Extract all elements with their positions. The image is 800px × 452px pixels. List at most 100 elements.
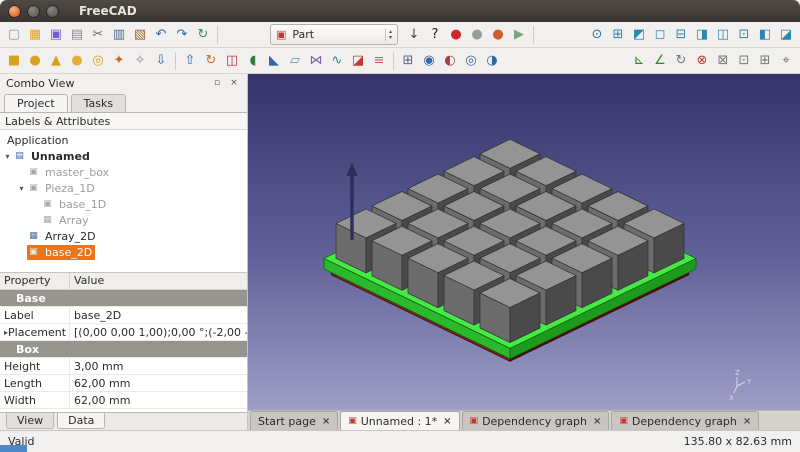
chamfer-icon[interactable]: ◣: [264, 51, 284, 71]
property-value[interactable]: 62,00 mm: [70, 377, 247, 390]
expander-icon[interactable]: ▾: [16, 184, 27, 193]
extrude-icon[interactable]: ⇧: [180, 51, 200, 71]
print-icon[interactable]: ▤: [67, 25, 87, 45]
mirror-icon[interactable]: ◫: [222, 51, 242, 71]
tab-view[interactable]: View: [6, 413, 54, 429]
close-tab-icon[interactable]: ×: [593, 416, 601, 427]
expander-icon[interactable]: ▾: [2, 152, 13, 161]
boolean-cut-icon[interactable]: ◐: [440, 51, 460, 71]
toggle-3d-measure-icon[interactable]: ⊡: [734, 51, 754, 71]
fillet-icon[interactable]: ◖: [243, 51, 263, 71]
fit-all-icon[interactable]: ⊞: [608, 25, 628, 45]
import-icon[interactable]: ⇩: [151, 51, 171, 71]
cone-primitive-icon[interactable]: ▲: [46, 51, 66, 71]
tab-dependency-graph-2[interactable]: ▣ Dependency graph ×: [611, 411, 759, 430]
tree-item-base-2d[interactable]: ▣ base_2D: [0, 244, 247, 260]
create-primitives-icon[interactable]: ✦: [109, 51, 129, 71]
toggle-all-measure-icon[interactable]: ⊠: [713, 51, 733, 71]
left-view-icon[interactable]: ◧: [755, 25, 775, 45]
close-tab-icon[interactable]: ×: [322, 416, 330, 427]
property-value[interactable]: 3,00 mm: [70, 360, 247, 373]
array-icon: ▦: [27, 231, 40, 241]
sweep-icon[interactable]: ∿: [327, 51, 347, 71]
workbench-selector[interactable]: ▣ Part ▴ ▾: [270, 24, 398, 45]
close-panel-icon[interactable]: ×: [227, 76, 241, 90]
tree-item-base-1d[interactable]: ▣ base_1D: [0, 196, 247, 212]
measure-refresh-icon[interactable]: ↻: [671, 51, 691, 71]
tree-item-unnamed[interactable]: ▾ ▤ Unnamed: [0, 148, 247, 164]
isometric-view-icon[interactable]: ◩: [629, 25, 649, 45]
ruled-surface-icon[interactable]: ▱: [285, 51, 305, 71]
axonometric-view-icon[interactable]: ◪: [776, 25, 796, 45]
compound-icon[interactable]: ⊞: [398, 51, 418, 71]
tab-tasks[interactable]: Tasks: [71, 94, 126, 112]
redo-icon[interactable]: ↷: [172, 25, 192, 45]
tree-item-master-box[interactable]: ▣ master_box: [0, 164, 247, 180]
top-view-icon[interactable]: ⊟: [671, 25, 691, 45]
tree-header-label: Labels & Attributes: [5, 115, 110, 128]
torus-primitive-icon[interactable]: ◎: [88, 51, 108, 71]
property-name: Height: [0, 358, 70, 374]
paste-icon[interactable]: ▧: [130, 25, 150, 45]
measure-linear-icon[interactable]: ⊾: [629, 51, 649, 71]
macro-debug-icon[interactable]: ●: [488, 25, 508, 45]
cross-sections-icon[interactable]: ≡: [369, 51, 389, 71]
float-panel-icon[interactable]: ▫: [210, 76, 224, 90]
boolean-union-icon[interactable]: ◎: [461, 51, 481, 71]
property-value[interactable]: [(0,00 0,00 1,00);0,00 °;(-2,00 -2,00 ..…: [70, 326, 247, 339]
save-icon[interactable]: ▣: [46, 25, 66, 45]
cylinder-primitive-icon[interactable]: ●: [25, 51, 45, 71]
annotation-plane-icon[interactable]: ⌖: [776, 51, 796, 71]
right-view-icon[interactable]: ◨: [692, 25, 712, 45]
bottom-view-icon[interactable]: ⊡: [734, 25, 754, 45]
titlebar[interactable]: FreeCAD: [0, 0, 800, 22]
undo-icon[interactable]: ↶: [151, 25, 171, 45]
toggle-delta-measure-icon[interactable]: ⊞: [755, 51, 775, 71]
copy-icon[interactable]: ▥: [109, 25, 129, 45]
macro-play-icon[interactable]: ▶: [509, 25, 529, 45]
search-icon[interactable]: ⊙: [587, 25, 607, 45]
macro-arrow-icon[interactable]: ↓: [404, 25, 424, 45]
tab-project[interactable]: Project: [4, 94, 68, 112]
tab-start-page[interactable]: Start page ×: [250, 411, 338, 430]
new-document-icon[interactable]: ▢: [4, 25, 24, 45]
sphere-primitive-icon[interactable]: ●: [67, 51, 87, 71]
tree-item-application[interactable]: Application: [0, 132, 247, 148]
macro-record-icon[interactable]: ●: [446, 25, 466, 45]
close-window-button[interactable]: [8, 5, 21, 18]
boolean-common-icon[interactable]: ◑: [482, 51, 502, 71]
box-primitive-icon[interactable]: ■: [4, 51, 24, 71]
3d-viewport[interactable]: ZYX: [248, 74, 800, 410]
whats-this-icon[interactable]: ?: [425, 25, 445, 45]
rear-view-icon[interactable]: ◫: [713, 25, 733, 45]
spinner-down-icon[interactable]: ▾: [389, 35, 392, 41]
cut-icon[interactable]: ✂: [88, 25, 108, 45]
toolbar-separator: [175, 52, 176, 70]
measure-clear-icon[interactable]: ⊗: [692, 51, 712, 71]
shape-builder-icon[interactable]: ✧: [130, 51, 150, 71]
property-value[interactable]: base_2D: [70, 309, 247, 322]
close-tab-icon[interactable]: ×: [443, 416, 451, 427]
property-value[interactable]: 62,00 mm: [70, 394, 247, 407]
close-tab-icon[interactable]: ×: [743, 416, 751, 427]
revolve-icon[interactable]: ↻: [201, 51, 221, 71]
section-icon[interactable]: ◪: [348, 51, 368, 71]
tree-item-pieza-1d[interactable]: ▾ ▣ Pieza_1D: [0, 180, 247, 196]
open-folder-icon[interactable]: ▦: [25, 25, 45, 45]
tab-data[interactable]: Data: [57, 413, 105, 429]
minimize-window-button[interactable]: [27, 5, 40, 18]
3d-scene[interactable]: ZYX: [248, 74, 800, 410]
tab-label: Unnamed : 1*: [361, 415, 437, 428]
boolean-icon[interactable]: ◉: [419, 51, 439, 71]
macro-stop-icon[interactable]: ●: [467, 25, 487, 45]
loft-icon[interactable]: ⋈: [306, 51, 326, 71]
tree-item-array-2d[interactable]: ▦ Array_2D: [0, 228, 247, 244]
maximize-window-button[interactable]: [46, 5, 59, 18]
front-view-icon[interactable]: ◻: [650, 25, 670, 45]
tree-item-array[interactable]: ▦ Array: [0, 212, 247, 228]
refresh-icon[interactable]: ↻: [193, 25, 213, 45]
tab-dependency-graph-1[interactable]: ▣ Dependency graph ×: [462, 411, 610, 430]
workbench-spinner[interactable]: ▴ ▾: [385, 29, 395, 41]
measure-angular-icon[interactable]: ∠: [650, 51, 670, 71]
tab-unnamed-document[interactable]: ▣ Unnamed : 1* ×: [340, 411, 459, 430]
